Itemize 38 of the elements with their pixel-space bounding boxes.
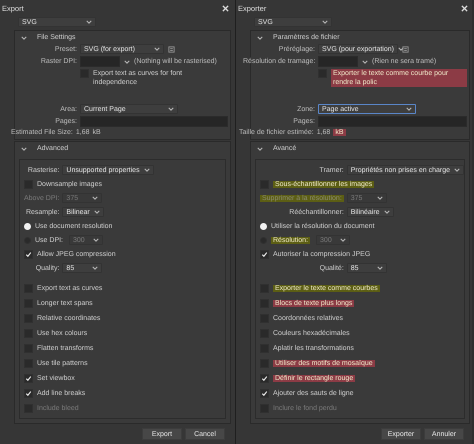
chevron-icon xyxy=(21,146,27,151)
chevron-icon xyxy=(154,47,160,52)
chevron-icon xyxy=(398,47,404,52)
close-icon xyxy=(222,4,229,12)
chevron-icon xyxy=(322,20,328,24)
chevron-icon xyxy=(340,238,346,242)
checkbox[interactable] xyxy=(260,374,269,383)
raster-dpi-field[interactable] xyxy=(318,56,358,68)
list-icon[interactable] xyxy=(168,46,175,53)
checkbox[interactable] xyxy=(260,388,269,398)
checkmark-icon xyxy=(261,250,268,258)
chevron-icon xyxy=(406,107,412,112)
chevron-icon xyxy=(124,60,130,64)
close-button[interactable] xyxy=(459,2,470,14)
chevron-icon xyxy=(376,266,383,270)
chevron-icon xyxy=(257,146,263,151)
pages-field[interactable] xyxy=(318,116,467,128)
chevron-icon xyxy=(93,238,100,242)
list-icon[interactable] xyxy=(402,46,409,53)
close-button[interactable] xyxy=(220,2,231,14)
chevron-icon xyxy=(86,20,92,24)
checkbox[interactable] xyxy=(24,250,33,259)
checkmark-icon xyxy=(25,250,32,258)
close-icon xyxy=(461,4,468,12)
chevron-icon xyxy=(92,266,98,270)
chevron-icon xyxy=(376,196,383,200)
chevron-icon xyxy=(94,210,100,214)
checkbox[interactable] xyxy=(260,250,269,259)
chevron-icon xyxy=(454,168,460,172)
chevron-icon xyxy=(362,60,368,64)
chevron-icon xyxy=(21,36,27,40)
chevron-icon xyxy=(144,168,150,172)
checkbox[interactable] xyxy=(24,388,33,398)
chevron-icon xyxy=(168,107,174,112)
checkbox[interactable] xyxy=(24,374,33,383)
chevron-icon xyxy=(384,210,390,214)
chevron-icon xyxy=(257,36,263,40)
chevron-icon xyxy=(92,196,98,200)
